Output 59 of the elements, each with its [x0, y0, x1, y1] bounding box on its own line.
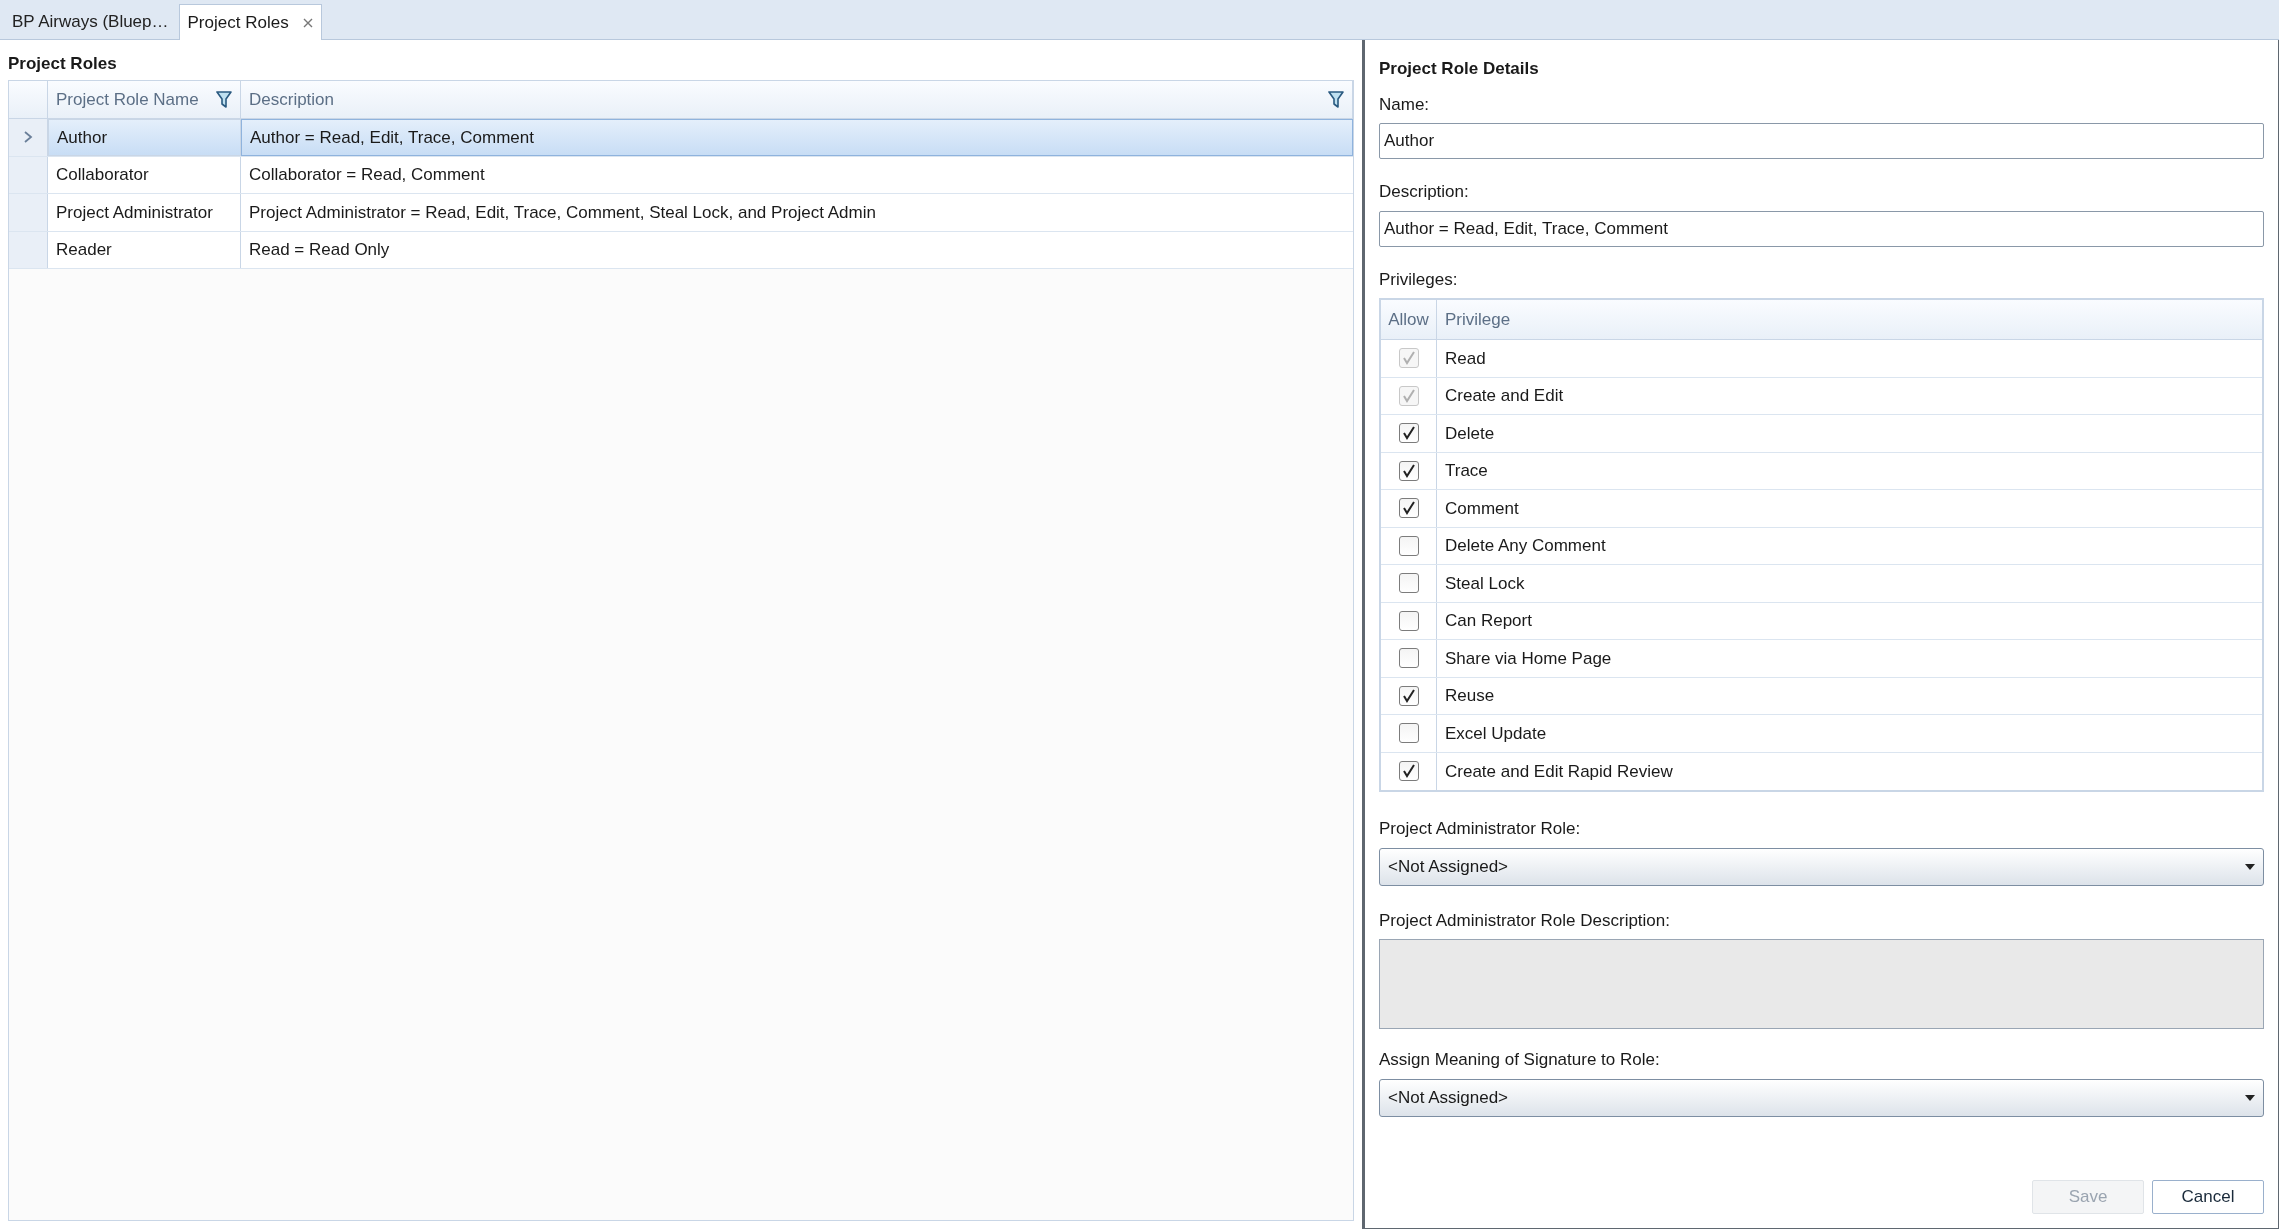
- privilege-label: Create and Edit Rapid Review: [1444, 760, 1674, 783]
- filter-icon[interactable]: [1328, 90, 1344, 109]
- checkbox[interactable]: [1398, 573, 1419, 594]
- button[interactable]: Cancel: [2152, 1180, 2264, 1214]
- table-cell: Author: [48, 119, 241, 156]
- checkbox[interactable]: [1398, 535, 1419, 556]
- field-label: Project Administrator Role:: [1379, 818, 1582, 840]
- checkbox[interactable]: [1398, 723, 1419, 744]
- tab[interactable]: BP Airways (Bluep…: [2, 5, 179, 39]
- table-cell: Author = Read, Edit, Trace, Comment: [241, 119, 1353, 156]
- privilege-label: Read: [1444, 347, 1487, 370]
- table-row[interactable]: Author Author = Read, Edit, Trace, Comment: [9, 119, 1353, 157]
- details-title: Project Role Details: [1379, 58, 1540, 80]
- dropdown[interactable]: <Not Assigned>: [1379, 847, 2264, 886]
- field-label: Description:: [1379, 181, 1470, 203]
- column-header[interactable]: Project Role Name: [48, 81, 241, 118]
- description-field[interactable]: Author = Read, Edit, Trace, Comment: [1379, 210, 2264, 247]
- chevron-icon: [23, 131, 33, 144]
- table-cell-text: Collaborator = Read, Comment: [248, 164, 486, 186]
- privilege-label: Delete Any Comment: [1444, 535, 1607, 557]
- table-row[interactable]: Project Administrator Project Administrator = Read, Edit, Trace, Comment, Steal Lock, and Project Admin: [9, 194, 1353, 232]
- checkbox[interactable]: [1398, 460, 1419, 481]
- dropdown[interactable]: <Not Assigned>: [1379, 1078, 2264, 1117]
- tab[interactable]: Project Roles: [178, 4, 322, 40]
- column-header[interactable]: Description: [241, 81, 1353, 118]
- caret-icon: [2245, 863, 2255, 870]
- checkbox[interactable]: [1398, 685, 1419, 706]
- checkbox[interactable]: [1398, 498, 1419, 519]
- privilege-label: Excel Update: [1444, 722, 1548, 745]
- privilege-label: Create and Edit: [1444, 385, 1565, 407]
- name-field[interactable]: Author: [1379, 123, 2264, 159]
- privilege-label: Trace: [1444, 460, 1489, 482]
- column-header[interactable]: Allow: [1381, 300, 1437, 339]
- table-cell-text: Project Administrator = Read, Edit, Trace, Comment, Steal Lock, and Project Admin: [248, 201, 877, 224]
- privilege-label: Delete: [1444, 422, 1496, 445]
- checkbox[interactable]: [1398, 423, 1419, 444]
- table-cell: Reader: [48, 231, 241, 268]
- field-label: Assign Meaning of Signature to Role:: [1379, 1049, 1661, 1071]
- checkbox[interactable]: [1398, 761, 1419, 782]
- field-label: Project Administrator Role Description:: [1379, 909, 1671, 932]
- table-row[interactable]: Collaborator Collaborator = Read, Comment: [9, 156, 1353, 194]
- panel-title: Project Roles: [8, 53, 118, 76]
- privilege-label: Can Report: [1444, 610, 1533, 632]
- privilege-label: Comment: [1444, 497, 1520, 520]
- table-row[interactable]: Reader Read = Read Only: [9, 231, 1353, 269]
- column-header[interactable]: Privilege: [1437, 300, 2262, 339]
- table-cell-text: Read = Read Only: [248, 239, 391, 261]
- close-icon[interactable]: [302, 17, 313, 28]
- caret-icon: [2245, 1094, 2255, 1101]
- privilege-label: Reuse: [1444, 685, 1496, 707]
- field-label: Name:: [1379, 93, 1431, 116]
- checkbox[interactable]: [1398, 648, 1419, 669]
- table-cell: Collaborator: [48, 156, 241, 193]
- checkbox[interactable]: [1398, 610, 1419, 631]
- filter-icon[interactable]: [216, 90, 232, 109]
- field-label: Privileges:: [1379, 268, 1459, 291]
- table-cell: Project Administrator: [48, 194, 241, 231]
- privilege-label: Steal Lock: [1444, 572, 1526, 595]
- privilege-label: Share via Home Page: [1444, 647, 1613, 670]
